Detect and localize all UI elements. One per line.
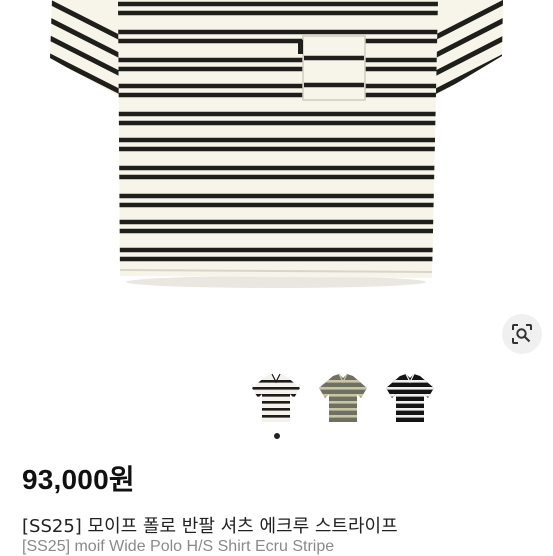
image-search-button[interactable] xyxy=(502,314,542,354)
thumbnail-khaki-stripe[interactable] xyxy=(315,372,371,426)
product-title: [SS25] 모이프 폴로 반팔 셔츠 에크루 스트라이프 xyxy=(22,516,398,537)
image-search-icon xyxy=(512,324,532,344)
thumbnail-ecru-stripe[interactable] xyxy=(248,372,304,426)
shirt-illustration xyxy=(50,0,503,288)
gallery-pager xyxy=(270,433,290,443)
thumbnail-shirt xyxy=(386,373,434,422)
thumbnail-shirt xyxy=(319,373,367,422)
product-hero-image[interactable] xyxy=(0,0,553,360)
color-thumbnails xyxy=(248,372,444,430)
pager-dot-active[interactable] xyxy=(274,433,280,439)
product-subtitle: [SS25] moif Wide Polo H/S Shirt Ecru Str… xyxy=(22,538,335,555)
product-price: 93,000원 xyxy=(22,464,135,495)
thumbnail-black-stripe[interactable] xyxy=(382,372,438,426)
thumbnail-shirt xyxy=(252,373,300,422)
